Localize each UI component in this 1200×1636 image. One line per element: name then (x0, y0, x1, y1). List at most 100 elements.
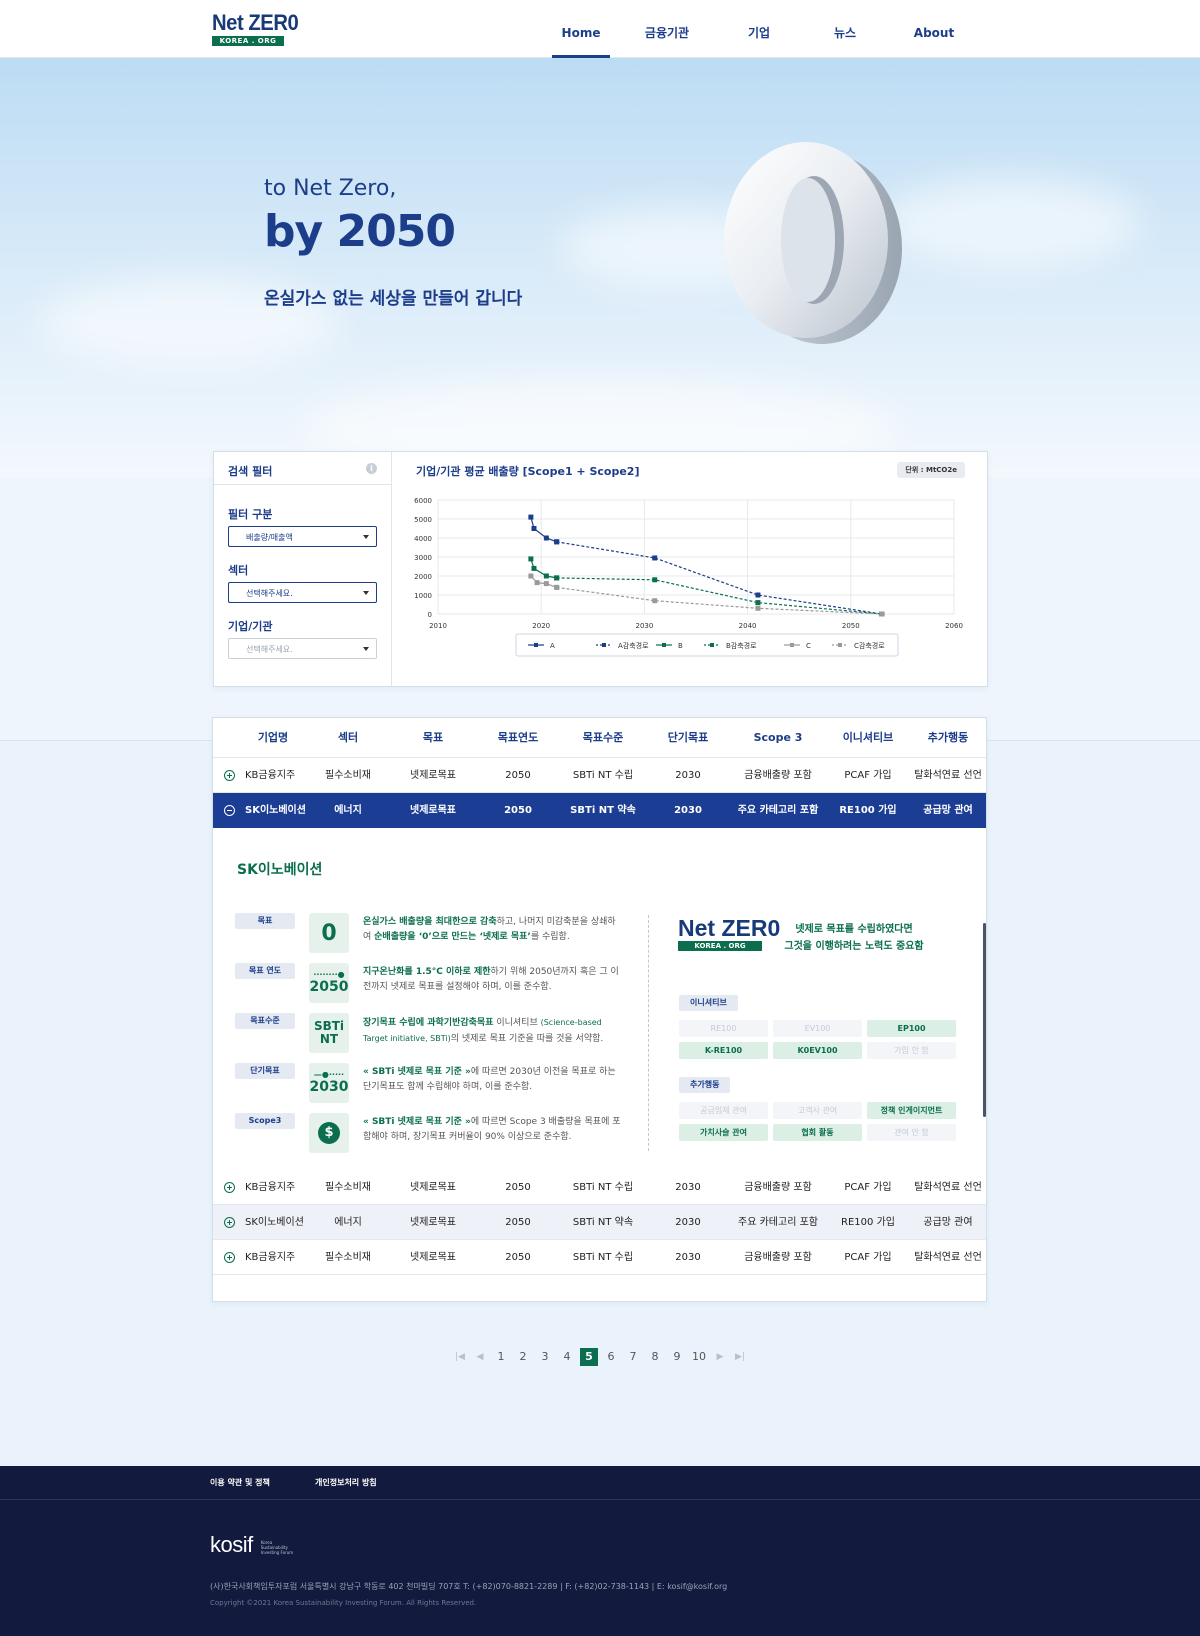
legend-label: B (678, 642, 683, 650)
cell-sector: 에너지 (334, 1217, 362, 1228)
privacy-link[interactable]: 개인정보처리 방침 (315, 1477, 377, 1488)
data-point (528, 514, 534, 520)
terms-link[interactable]: 이용 약관 및 정책 (210, 1477, 270, 1488)
detail-title: SK이노베이션 (237, 862, 323, 878)
actions-chip: 정책 인게이지먼트 (867, 1102, 956, 1119)
page-number[interactable]: 5 (580, 1348, 598, 1366)
nav-news[interactable]: 뉴스 (802, 0, 888, 58)
expand-icon[interactable] (224, 1252, 235, 1263)
cell-target-level: SBTi NT 수립 (572, 770, 634, 781)
cell-scope3: 금융배출량 포함 (744, 770, 812, 781)
legend-marker (534, 643, 538, 647)
hero-banner: to Net Zero, by 2050 온실가스 없는 세상을 만들어 갑니다 (0, 58, 1200, 478)
netzero-logo[interactable]: Net ZER0 KOREA . ORG (212, 12, 299, 46)
netzero-logo-detail: Net ZER0 KOREA . ORG (678, 916, 780, 951)
actions-chip: 관여 안 함 (867, 1124, 956, 1141)
y-tick-label: 4000 (414, 535, 432, 543)
cell-sector: 에너지 (334, 805, 362, 816)
legend-marker (838, 643, 842, 647)
table-row[interactable]: KB금융지주 필수소비재 넷제로목표 2050 SBTi NT 수립 2030 금융배출량 … (213, 1170, 986, 1205)
prev-page-icon[interactable]: ◀ (470, 1348, 490, 1366)
legend-marker (790, 643, 794, 647)
filter-header: 검색 필터 i (214, 452, 391, 485)
expand-icon[interactable] (224, 1182, 235, 1193)
page-number[interactable]: 10 (688, 1348, 710, 1366)
company-table: 기업명 섹터 목표 목표연도 목표수준 단기목표 Scope 3 이니셔티브 추… (212, 717, 987, 1302)
page-number[interactable]: 4 (556, 1348, 578, 1366)
cell-scope3: 금융배출량 포함 (744, 1252, 812, 1263)
info-icon[interactable]: i (366, 463, 377, 474)
cell-action: 탈화석연료 선언 (914, 1252, 982, 1263)
expand-icon[interactable] (224, 1217, 235, 1228)
page-number[interactable]: 8 (644, 1348, 666, 1366)
page-number[interactable]: 7 (622, 1348, 644, 1366)
detail-item-year: 목표 연도 ········● 2050 지구온난화를 1.5°C 이하로 제한하… (235, 963, 625, 1007)
data-point (531, 526, 537, 531)
cell-target-year: 2050 (504, 805, 532, 816)
filter-type-value: 배출량/매출액 (246, 533, 293, 542)
data-point (652, 598, 658, 604)
data-point (755, 600, 761, 606)
first-page-icon[interactable]: |◀ (450, 1348, 470, 1366)
cell-sector: 필수소비재 (325, 1252, 371, 1263)
table-row[interactable]: SK이노베이션 에너지 넷제로목표 2050 SBTi NT 약속 2030 주요 카테고리… (213, 1205, 986, 1240)
cell-company: SK이노베이션 (245, 1217, 304, 1228)
zero-3d-graphic (724, 142, 902, 344)
data-point (755, 605, 761, 611)
table-row[interactable]: KB금융지주 필수소비재 넷제로목표 2050 SBTi NT 수립 2030 금융배출량 … (213, 1240, 986, 1275)
data-point (879, 611, 885, 617)
page-number[interactable]: 2 (512, 1348, 534, 1366)
sbti-icon: SBTi NT (309, 1013, 349, 1053)
nav-financial[interactable]: 금융기관 (618, 0, 716, 58)
col-short-term: 단기목표 (667, 731, 709, 744)
collapse-icon[interactable] (224, 805, 235, 816)
footer-copyright: Copyright ©2021 Korea Sustainability Inv… (210, 1599, 477, 1607)
cell-company: KB금융지주 (245, 770, 296, 781)
cell-target-year: 2050 (505, 1217, 531, 1228)
data-point (531, 565, 537, 571)
table-header: 기업명 섹터 목표 목표연도 목표수준 단기목표 Scope 3 이니셔티브 추… (213, 718, 986, 758)
company-value: 선택해주세요. (246, 645, 293, 654)
x-tick-label: 2020 (532, 622, 550, 630)
nav-about[interactable]: About (888, 0, 980, 58)
page-number[interactable]: 6 (600, 1348, 622, 1366)
y-tick-label: 1000 (414, 592, 432, 600)
cell-action: 탈화석연료 선언 (914, 770, 982, 781)
cell-company: KB금융지주 (245, 1252, 296, 1263)
highlight: 온실가스 배출량을 최대한으로 감축 (363, 917, 497, 927)
logo-subtext: KOREA . ORG (212, 36, 284, 46)
detail-scrollbar[interactable] (983, 923, 986, 1117)
table-row[interactable]: SK이노베이션 에너지 넷제로목표 2050 SBTi NT 약속 2030 주요 카테고리… (213, 793, 986, 828)
nav-home[interactable]: Home (544, 0, 618, 58)
detail-text: « SBTi 넷제로 목표 기준 »에 따르면 2030년 이전을 목표로 하는… (363, 1065, 623, 1095)
detail-tag: Scope3 (235, 1113, 295, 1129)
icon-text: SBTi NT (313, 1019, 345, 1046)
table-row[interactable]: KB금융지주 필수소비재 넷제로목표 2050 SBTi NT 수립 2030 금융배출량 … (213, 758, 986, 793)
cell-target: 넷제로목표 (410, 1252, 456, 1263)
cell-target: 넷제로목표 (410, 1182, 456, 1193)
highlight: 장기목표 수립에 과학기반감축목표 (363, 1018, 494, 1028)
brand-text: kosif (210, 1532, 253, 1557)
filter-type-select[interactable]: 배출량/매출액 (228, 526, 377, 547)
company-detail-panel: SK이노베이션 목표 0 온실가스 배출량을 최대한으로 감축하고, 나머지 미… (213, 827, 986, 1192)
cell-target: 넷제로목표 (410, 1217, 456, 1228)
cell-target: 넷제로목표 (410, 805, 456, 816)
last-page-icon[interactable]: ▶| (730, 1348, 750, 1366)
data-point (652, 555, 658, 561)
page-number[interactable]: 3 (534, 1348, 556, 1366)
initiatives-chip: RE100 (679, 1020, 768, 1037)
next-page-icon[interactable]: ▶ (710, 1348, 730, 1366)
company-select[interactable]: 선택해주세요. (228, 638, 377, 659)
icon-text: $ (318, 1122, 340, 1144)
nav-company[interactable]: 기업 (716, 0, 802, 58)
unit-badge: 단위 : MtCO2e (897, 462, 965, 478)
cell-company: SK이노베이션 (245, 805, 306, 816)
chevron-down-icon (363, 647, 369, 651)
page-number[interactable]: 1 (490, 1348, 512, 1366)
page-number[interactable]: 9 (666, 1348, 688, 1366)
expand-icon[interactable] (224, 770, 235, 781)
detail-text: « SBTi 넷제로 목표 기준 »에 따르면 Scope 3 배출량을 목표에… (363, 1115, 623, 1145)
actions-chip: 가치사슬 관여 (679, 1124, 768, 1141)
actions-chip: 공급업체 관여 (679, 1102, 768, 1119)
sector-select[interactable]: 선택해주세요. (228, 582, 377, 603)
